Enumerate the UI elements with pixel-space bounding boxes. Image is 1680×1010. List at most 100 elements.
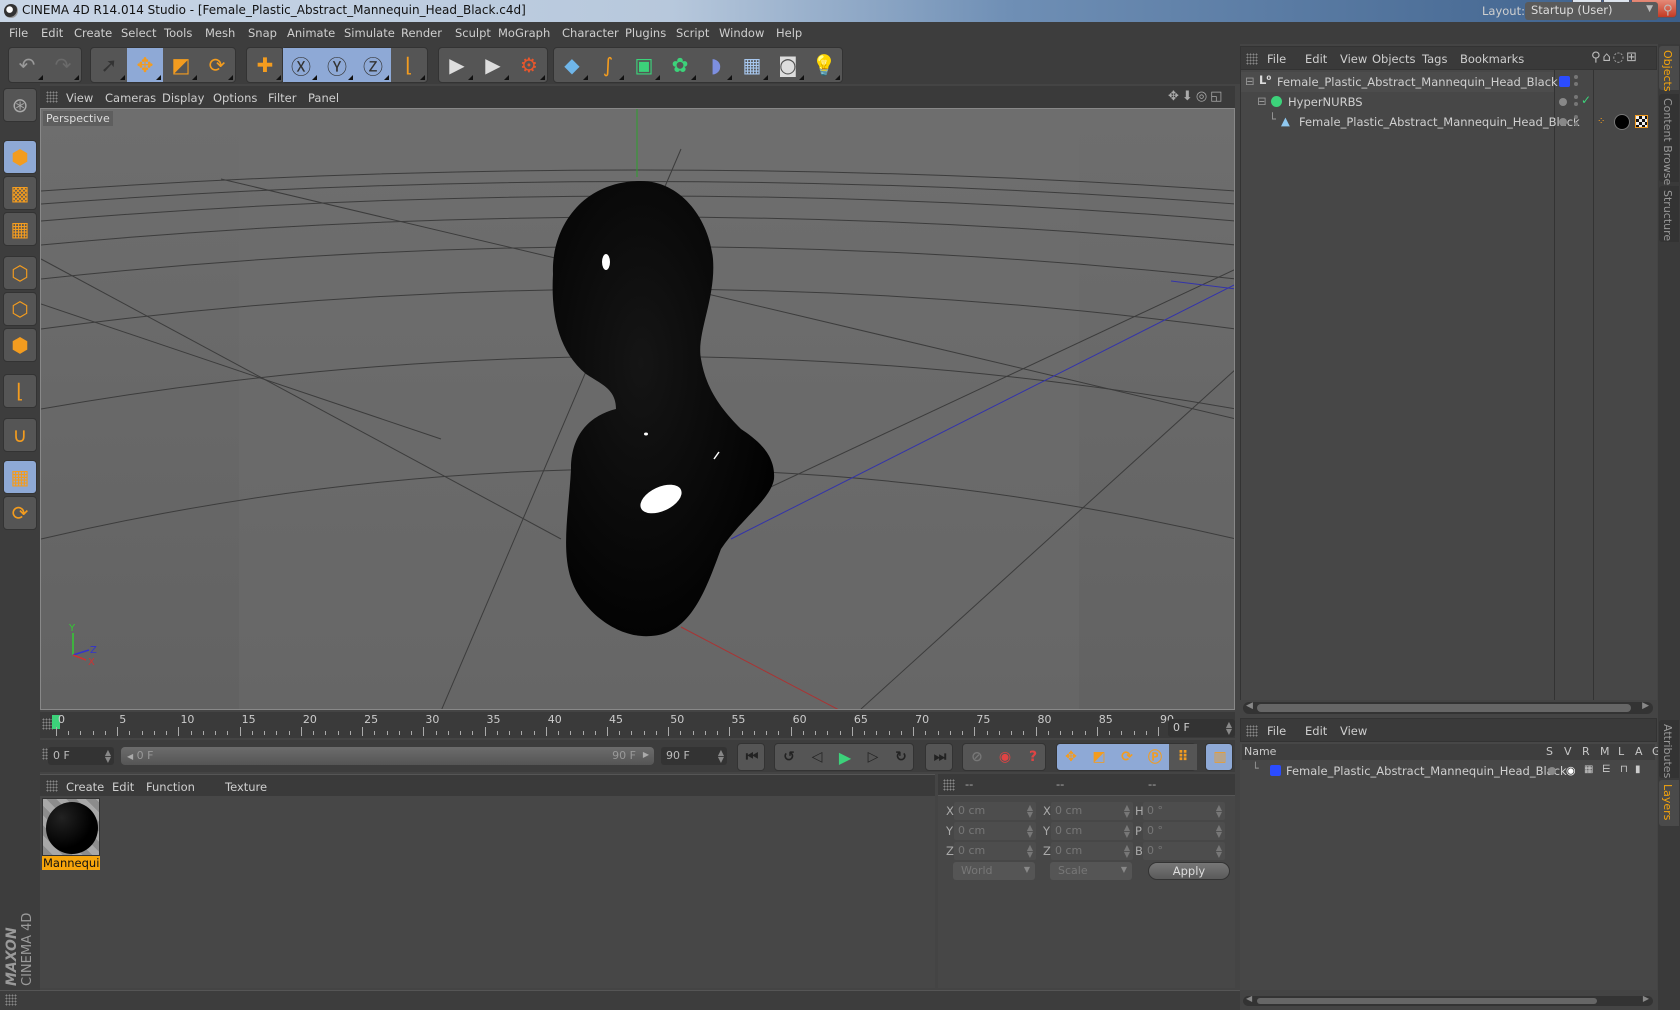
layout-dropdown[interactable]: Startup (User) ▼	[1525, 2, 1658, 20]
home-icon[interactable]: ⌂	[1603, 50, 1613, 65]
menu-animate[interactable]: Animate	[287, 26, 335, 40]
collapse-icon[interactable]: ⊟	[1245, 74, 1255, 88]
spinner-icon[interactable]: ▲ ▼	[1124, 844, 1130, 859]
live-selection-button[interactable]: ➚	[91, 48, 127, 82]
viewport-menu-panel[interactable]: Panel	[308, 91, 339, 105]
previous-key-icon[interactable]: ↺	[775, 744, 803, 770]
menu-help[interactable]: Help	[776, 26, 802, 40]
edges-mode-button[interactable]: ⬡	[3, 292, 37, 326]
keyframe-selection-icon[interactable]: ?	[1019, 744, 1047, 770]
viewport-menu-filter[interactable]: Filter	[268, 91, 296, 105]
material-name[interactable]: Mannequin	[42, 856, 100, 870]
link-icon[interactable]: ◌	[1613, 50, 1626, 65]
panel-grip-icon[interactable]	[5, 994, 17, 1006]
scrollbar-thumb[interactable]	[1257, 704, 1631, 712]
spinner-icon[interactable]: ▲ ▼	[1027, 824, 1033, 839]
position-z-field[interactable]: 0 cm ▲ ▼	[954, 842, 1036, 860]
material-tag-icon[interactable]	[1614, 114, 1630, 130]
menu-mesh[interactable]: Mesh	[205, 26, 235, 40]
layer-column-s[interactable]: S	[1546, 745, 1553, 758]
render-clapper-icon[interactable]: ▦	[1584, 764, 1593, 775]
scale-button[interactable]: ◩	[163, 48, 199, 82]
camera-button[interactable]: ◙	[770, 48, 806, 82]
redo-button[interactable]: ↷	[45, 48, 81, 82]
last-tool-button[interactable]: ✚	[247, 48, 283, 82]
scrollbar-thumb[interactable]	[1257, 998, 1597, 1004]
animation-icon[interactable]: ▮	[1635, 764, 1641, 775]
render-picture-viewer-button[interactable]: ▶	[475, 48, 511, 82]
layer-color-swatch[interactable]	[1270, 765, 1281, 776]
tab-attributes[interactable]: Attributes	[1659, 720, 1679, 778]
subdivision-surface-button[interactable]: ▣	[626, 48, 662, 82]
menu-mograph[interactable]: MoGraph	[498, 26, 550, 40]
move-button[interactable]: ✥	[127, 48, 163, 82]
menu-select[interactable]: Select	[121, 26, 156, 40]
snap-magnet-button[interactable]: ∪	[3, 418, 37, 452]
scroll-left-icon[interactable]: ◀	[1246, 994, 1252, 1003]
panel-grip-icon[interactable]	[1246, 725, 1258, 737]
position-x-field[interactable]: 0 cm ▲ ▼	[954, 802, 1036, 820]
panel-grip-icon[interactable]	[943, 779, 955, 791]
menu-script[interactable]: Script	[676, 26, 709, 40]
object-menu-bookmarks[interactable]: Bookmarks	[1460, 52, 1524, 66]
viewport-menu-options[interactable]: Options	[213, 91, 257, 105]
search-icon[interactable]: ⚲	[1591, 50, 1603, 65]
object-menu-edit[interactable]: Edit	[1305, 52, 1327, 66]
object-menu-objects[interactable]: Objects	[1372, 52, 1415, 66]
cloner-button[interactable]: ✿	[662, 48, 698, 82]
spinner-icon[interactable]: ▲ ▼	[1124, 824, 1130, 839]
size-y-field[interactable]: 0 cm ▲ ▼	[1051, 822, 1133, 840]
manager-tree-icon[interactable]: ⋿	[1602, 764, 1611, 775]
phong-tag-icon[interactable]: ⁘	[1597, 116, 1605, 127]
locked-workplane-button[interactable]: ▦	[3, 460, 37, 494]
object-manager-scrollbar[interactable]: ◀ ▶	[1243, 701, 1653, 714]
range-right-arrow-icon[interactable]: ▶	[643, 750, 649, 759]
material-menu-edit[interactable]: Edit	[112, 780, 134, 794]
enabled-check-icon[interactable]: ✓	[1581, 93, 1591, 107]
render-settings-button[interactable]: ⚙	[511, 48, 547, 82]
floor-button[interactable]: ▦	[734, 48, 770, 82]
collapse-icon[interactable]: ⊟	[1257, 94, 1267, 108]
spinner-icon[interactable]: ▲ ▼	[105, 749, 111, 764]
object-menu-file[interactable]: File	[1267, 52, 1286, 66]
material-menu-create[interactable]: Create	[66, 780, 104, 794]
layer-column-a[interactable]: A	[1635, 745, 1643, 758]
object-row[interactable]: └ ▲ Female_Plastic_Abstract_Mannequin_He…	[1241, 112, 1580, 132]
scroll-right-icon[interactable]: ▶	[1642, 701, 1649, 711]
points-mode-button[interactable]: ⬡	[3, 256, 37, 290]
spinner-icon[interactable]: ▲ ▼	[1216, 804, 1222, 819]
go-to-start-button[interactable]: ⏮	[737, 743, 765, 771]
x-axis-button[interactable]: Ⓧ	[283, 48, 319, 82]
scroll-left-icon[interactable]: ◀	[1246, 701, 1253, 711]
object-menu-view[interactable]: View	[1340, 52, 1367, 66]
texture-tag-icon[interactable]	[1635, 115, 1648, 128]
tab-structure[interactable]: Structure	[1659, 186, 1679, 242]
range-left-arrow-icon[interactable]: ◀	[127, 752, 133, 761]
coordinate-system-button[interactable]: ⌊	[391, 48, 427, 82]
search-icon[interactable]: ⚲	[1663, 3, 1673, 18]
lock-icon[interactable]: ⊓	[1620, 764, 1628, 775]
viewport-menu-cameras[interactable]: Cameras	[105, 91, 156, 105]
layer-manager-scrollbar[interactable]: ◀ ▶	[1243, 994, 1653, 1006]
layer-column-name[interactable]: Name	[1244, 745, 1276, 758]
layer-menu-view[interactable]: View	[1340, 724, 1367, 738]
z-axis-button[interactable]: Ⓩ	[355, 48, 391, 82]
menu-create[interactable]: Create	[74, 26, 112, 40]
material-menu-function[interactable]: Function	[146, 780, 195, 794]
light-button[interactable]: 💡	[806, 48, 842, 82]
menu-sculpt[interactable]: Sculpt	[455, 26, 491, 40]
menu-character[interactable]: Character	[562, 26, 619, 40]
model-mode-button[interactable]: ⬢	[3, 140, 37, 174]
record-point-level-icon[interactable]: ⠿	[1169, 744, 1197, 770]
panel-grip-icon[interactable]	[1246, 53, 1258, 65]
menu-simulate[interactable]: Simulate	[344, 26, 395, 40]
toggle-layout-icon[interactable]: ◱	[1210, 89, 1225, 104]
spinner-icon[interactable]: ▲ ▼	[1027, 844, 1033, 859]
record-parameter-icon[interactable]: Ⓟ	[1141, 744, 1169, 770]
spline-pen-button[interactable]: ∫	[590, 48, 626, 82]
next-frame-icon[interactable]: ▷	[859, 744, 887, 770]
layer-menu-edit[interactable]: Edit	[1305, 724, 1327, 738]
preview-range-slider[interactable]: ◀ 0 F 90 F ▶	[121, 747, 654, 765]
object-row[interactable]: ⊟ L⁰ Female_Plastic_Abstract_Mannequin_H…	[1241, 72, 1558, 92]
coordinate-mode-select[interactable]: Scale ▼	[1050, 862, 1132, 880]
